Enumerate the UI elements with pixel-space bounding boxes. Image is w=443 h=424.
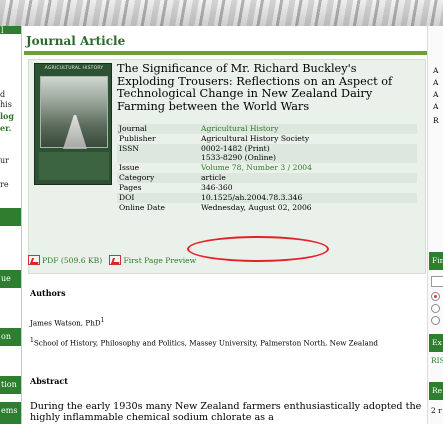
article-summary-panel: AGRICULTURAL HISTORY The Significance of… xyxy=(28,59,426,274)
search-scope-radio[interactable] xyxy=(431,316,440,325)
right-link[interactable]: A xyxy=(433,90,438,99)
authors-heading: Authors xyxy=(30,288,66,298)
journal-link[interactable]: Agricultural History xyxy=(199,124,417,134)
meta-key: Publisher xyxy=(119,134,156,143)
affiliation-text: School of History, Philosophy and Politi… xyxy=(33,338,379,348)
meta-key: Journal xyxy=(117,124,199,134)
pdf-icon xyxy=(109,255,122,265)
right-link[interactable]: R xyxy=(433,116,439,125)
doi-value: 10.1525/ah.2004.78.3.346 xyxy=(199,193,417,203)
left-nav-item[interactable] xyxy=(0,208,21,226)
journal-cover-image[interactable]: AGRICULTURAL HISTORY xyxy=(34,63,112,185)
meta-value: 346-360 xyxy=(201,183,233,192)
meta-value: Agricultural History Society xyxy=(201,134,310,143)
left-fragment: d xyxy=(0,90,6,99)
meta-key: Pages xyxy=(119,183,142,192)
pdf-icon xyxy=(28,255,40,265)
first-page-preview-link[interactable]: First Page Preview xyxy=(123,256,196,265)
issn-online: 1533-8290 (Online) xyxy=(201,153,276,162)
search-scope-radio[interactable] xyxy=(431,304,440,313)
divider xyxy=(24,51,427,55)
page-title: Journal Article xyxy=(26,34,126,48)
ris-link[interactable]: RIS xyxy=(431,356,443,365)
meta-key: Online Date xyxy=(119,203,165,212)
meta-value: Wednesday, August 02, 2006 xyxy=(201,203,312,212)
article-title: The Significance of Mr. Richard Buckley'… xyxy=(117,62,393,113)
meta-row: Publisher Agricultural History Society xyxy=(117,134,417,144)
cover-photo xyxy=(40,76,108,149)
left-link[interactable]: er. xyxy=(0,124,11,133)
meta-row: Pages 346-360 xyxy=(117,183,417,193)
left-nav-item[interactable]: ems xyxy=(0,402,21,424)
export-panel-header: Ex xyxy=(429,334,443,352)
left-sidebar: l d his log er. ur re ue on tion ems xyxy=(0,26,22,424)
issue-link[interactable]: Volume 78, Number 3 / 2004 xyxy=(199,163,417,173)
meta-key: DOI xyxy=(117,193,199,203)
left-nav-item[interactable]: tion xyxy=(0,376,21,394)
article-metadata-table: Journal Agricultural History Publisher A… xyxy=(117,124,417,213)
main-content: Journal Article AGRICULTURAL HISTORY The… xyxy=(24,26,427,424)
right-link[interactable]: A xyxy=(433,102,438,111)
left-link[interactable]: log xyxy=(0,112,14,121)
meta-row: Journal Agricultural History xyxy=(117,124,417,134)
abstract-heading: Abstract xyxy=(30,376,68,386)
right-sidebar: A A A A R Fin Ex RIS Re 2 r xyxy=(427,26,443,424)
issn-print: 0002-1482 (Print) xyxy=(201,144,270,153)
author-name: James Watson, PhD1 xyxy=(30,317,104,327)
left-fragment: his xyxy=(0,100,12,109)
meta-key: Issue xyxy=(119,163,140,172)
right-link[interactable]: A xyxy=(433,78,438,87)
author-affiliation-marker: 1 xyxy=(100,317,105,324)
references-panel-header: Re xyxy=(429,382,443,400)
search-scope-radio[interactable] xyxy=(431,292,440,301)
author-affiliation: 1School of History, Philosophy and Polit… xyxy=(30,336,422,347)
cover-title: AGRICULTURAL HISTORY xyxy=(44,66,104,71)
meta-row: Category article xyxy=(117,173,417,183)
references-count: 2 r xyxy=(431,406,442,415)
left-fragment: re xyxy=(0,180,9,189)
download-links: PDF (509.6 KB) First Page Preview xyxy=(28,255,196,265)
decorative-banner xyxy=(0,0,443,26)
find-input[interactable] xyxy=(431,276,443,287)
meta-row: Online Date Wednesday, August 02, 2006 xyxy=(117,203,417,213)
left-nav-item[interactable]: on xyxy=(0,328,21,346)
meta-row: DOI 10.1525/ah.2004.78.3.346 xyxy=(117,193,417,203)
cover-footer xyxy=(39,152,109,180)
meta-value: article xyxy=(199,173,417,183)
abstract-text: During the early 1930s many New Zealand … xyxy=(30,401,422,423)
right-link[interactable]: A xyxy=(433,66,438,75)
left-nav-item[interactable]: ue xyxy=(0,270,21,288)
cover-road-graphic xyxy=(63,115,87,149)
meta-key: ISSN xyxy=(117,144,199,163)
doi-highlight-annotation xyxy=(187,236,329,262)
left-fragment: ur xyxy=(0,156,9,165)
pdf-download-link[interactable]: PDF (509.6 KB) xyxy=(42,256,102,265)
find-panel-header: Fin xyxy=(429,252,443,270)
meta-value: 0002-1482 (Print) 1533-8290 (Online) xyxy=(199,144,417,163)
author-name-text: James Watson, PhD xyxy=(30,318,101,328)
meta-key: Category xyxy=(117,173,199,183)
meta-row: Issue Volume 78, Number 3 / 2004 xyxy=(117,163,417,173)
meta-row: ISSN 0002-1482 (Print) 1533-8290 (Online… xyxy=(117,144,417,163)
left-nav-item[interactable]: l xyxy=(0,26,21,34)
